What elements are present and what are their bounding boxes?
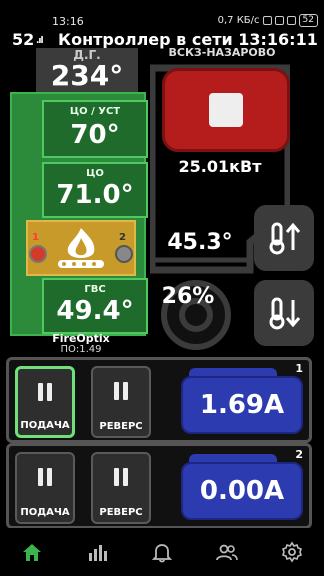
alarm-icon: [274, 16, 284, 25]
nav-settings[interactable]: [272, 536, 312, 568]
nav-users[interactable]: [207, 536, 247, 568]
reverse-button-2[interactable]: РЕВЕРС: [91, 452, 151, 524]
bell-icon: [151, 544, 173, 563]
temp-up-button[interactable]: [254, 205, 314, 271]
pause-icon: [93, 468, 149, 486]
bottom-nav: [0, 528, 324, 576]
status-bar: 13:16 0,7 КБ/с 52: [0, 0, 324, 28]
bluetooth-icon: [262, 16, 272, 25]
dhw-temp-value: 49.4°: [56, 296, 134, 326]
burner-box: 1 2: [26, 220, 136, 276]
flue-temp-value: 234°: [50, 59, 124, 92]
home-icon: [23, 544, 42, 561]
thermometer-up-icon: [269, 222, 301, 255]
wifi-icon: [286, 16, 296, 25]
pause-icon: [17, 468, 73, 486]
pump-number-2: 2: [295, 448, 303, 461]
current-value-2: 0.00A: [181, 462, 303, 520]
co-setpoint-value: 70°: [70, 120, 120, 150]
feed-label-1: ПОДАЧА: [20, 420, 70, 431]
ping-value: 52: [12, 30, 35, 49]
pause-icon: [18, 383, 72, 401]
stats-icon: [89, 545, 108, 561]
reverse-label-1: РЕВЕРС: [99, 421, 143, 432]
feed-button-2[interactable]: ПОДАЧА: [15, 452, 75, 524]
stop-icon: [209, 93, 243, 127]
status-time: 13:16: [52, 15, 84, 28]
gear-icon: [281, 541, 302, 563]
nav-home[interactable]: [12, 536, 52, 568]
reverse-button-1[interactable]: РЕВЕРС: [91, 366, 151, 438]
burner-flame-icon: [29, 228, 133, 268]
dhw-temp-box: ГВС 49.4°: [42, 278, 148, 334]
co-temp-value: 71.0°: [56, 180, 134, 210]
feed-label-2: ПОДАЧА: [20, 507, 70, 518]
pump-number-1: 1: [295, 362, 303, 375]
co-setpoint-box[interactable]: ЦО / УСТ 70°: [42, 100, 148, 158]
co-temp-label: ЦО: [86, 168, 104, 179]
firmware-version: ПО:1.49: [60, 344, 102, 355]
temp-down-button[interactable]: [254, 280, 314, 346]
site-name: ВСКЗ-НАЗАРОВО: [168, 46, 276, 59]
co-temp-box: ЦО 71.0°: [42, 162, 148, 218]
net-speed: 0,7 КБ/с: [217, 15, 260, 26]
feed-button-1[interactable]: ПОДАЧА: [15, 366, 75, 438]
co-setpoint-label: ЦО / УСТ: [69, 106, 121, 117]
pump-panel-2: ПОДАЧА РЕВЕРС 0.00A 2: [6, 443, 312, 529]
dhw-temp-label: ГВС: [84, 284, 106, 295]
signal-icon: .ıl: [36, 36, 44, 46]
thermometer-down-icon: [269, 297, 301, 330]
current-value-1: 1.69A: [181, 376, 303, 434]
users-icon: [215, 544, 238, 561]
status-right: 0,7 КБ/с 52: [218, 14, 318, 27]
nav-alerts[interactable]: [142, 536, 182, 568]
pause-icon: [93, 382, 149, 400]
power-value: 25.01кВт: [178, 157, 262, 176]
battery-icon: 52: [298, 14, 318, 27]
pump-panel-1: ПОДАЧА РЕВЕРС 1.69A 1: [6, 357, 312, 443]
fan-value: 26%: [161, 284, 215, 309]
boiler-temp-value: 45.3°: [167, 230, 233, 255]
nav-stats[interactable]: [77, 536, 117, 568]
reverse-label-2: РЕВЕРС: [99, 507, 143, 518]
stop-button[interactable]: [162, 68, 290, 152]
